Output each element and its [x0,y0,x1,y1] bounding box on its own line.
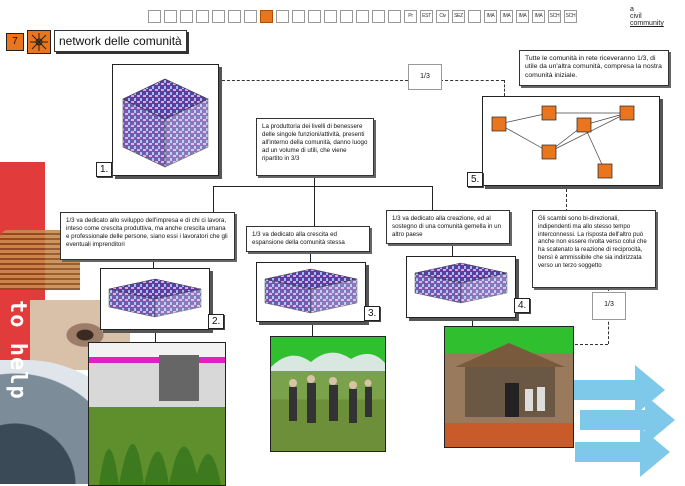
cube-box-1 [112,64,219,176]
connector [312,322,313,336]
center-description: La produttoria dei livelli di benessere … [256,118,374,176]
toolbar-item-16[interactable] [388,10,401,23]
toolbar-item-13[interactable] [340,10,353,23]
brand-line-1: a [630,6,634,13]
toolbar-item-8[interactable] [260,10,273,23]
top-toolbar: PrESTCiv ESTSEZ IMA GE1IMA GE2IMA GE3IMA … [148,10,577,23]
slab-box-4 [406,256,516,318]
box-label-1: 1. [96,162,113,177]
toolbar-item-17[interactable]: Pr [404,10,417,23]
toolbar-item-14[interactable] [356,10,369,23]
middle-description: 1/3 va dedicato alla crescita ed espansi… [246,226,370,252]
arrows-decoration [570,365,675,477]
toolbar-item-6[interactable] [228,10,241,23]
brand-logo: a civil community [630,6,664,27]
section-number: 7 [6,33,24,51]
toolbar-item-3[interactable] [180,10,193,23]
slab-image-3 [264,268,358,314]
group-people-photo [270,336,386,452]
fraction-right: 1/3 [592,292,626,320]
toolbar-item-5[interactable] [212,10,225,23]
connector [213,186,214,214]
toolbar-item-12[interactable] [324,10,337,23]
dashed-arrow-top [504,80,505,96]
connector [314,176,315,186]
connector [314,186,315,226]
connector [213,186,433,187]
factory-photo [88,342,226,486]
dashed-arrow-top [440,80,504,81]
slab-image-2 [108,278,202,318]
toolbar-item-26[interactable]: SCH 1 [548,10,561,23]
toolbar-item-22[interactable]: IMA GE1 [484,10,497,23]
connector [452,242,453,256]
toolbar-item-4[interactable] [196,10,209,23]
box-label-5: 5. [467,172,484,187]
page-title: network delle comunità [54,30,187,52]
toolbar-item-24[interactable]: IMA GE3 [516,10,529,23]
toolbar-item-15[interactable] [372,10,385,23]
toolbar-item-7[interactable] [244,10,257,23]
box-label-4: 4. [514,298,531,313]
brand-line-2: civil [630,13,642,20]
slab-box-3 [256,262,366,322]
toolbar-item-21[interactable] [468,10,481,23]
box-label-3: 3. [364,306,381,321]
volume-cube-image [122,78,209,168]
connector [432,186,433,210]
network-icon [27,30,51,54]
slab-box-2 [100,268,210,330]
network-box-5 [482,96,660,186]
connector [155,330,156,342]
toolbar-item-11[interactable] [308,10,321,23]
right-description: 1/3 va dedicato alla creazione, ed al so… [386,210,510,244]
left-description: 1/3 va dedicato allo sviluppo dell'impre… [60,212,235,260]
toolbar-item-19[interactable]: Civ EST [436,10,449,23]
toolbar-item-20[interactable]: SEZ [452,10,465,23]
fraction-top: 1/3 [408,64,442,90]
toolbar-item-25[interactable]: IMA GE4 [532,10,545,23]
toolbar-item-9[interactable] [276,10,289,23]
toolbar-item-2[interactable] [164,10,177,23]
box-label-2: 2. [208,314,225,329]
network-graph-image [491,105,635,179]
dashed-arrow-top [222,80,408,81]
rural-house-photo [444,326,574,448]
toolbar-item-10[interactable] [292,10,305,23]
network-description: Tutte le comunità in rete riceveranno 1/… [519,50,669,86]
toolbar-item-23[interactable]: IMA GE2 [500,10,513,23]
exchange-description: Gli scambi sono bi-direzionali, indipend… [532,210,656,288]
side-label: to help [5,300,30,400]
brand-line-3: community [630,20,664,27]
toolbar-item-18[interactable]: EST [420,10,433,23]
toolbar-item-1[interactable] [148,10,161,23]
toolbar-item-27[interactable]: SCH 2 [564,10,577,23]
slab-image-4 [414,262,508,304]
